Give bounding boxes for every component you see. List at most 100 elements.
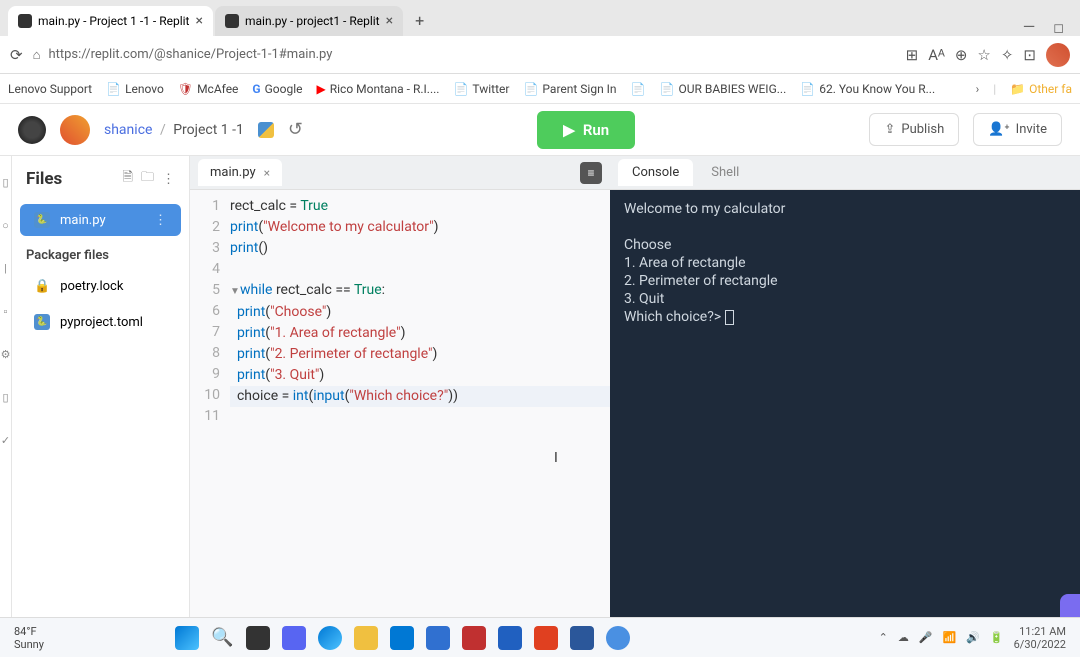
replit-header: shanice / Project 1 -1 ↺ ▶ Run ⇪ Publish… [0, 104, 1080, 156]
run-button[interactable]: ▶ Run [537, 111, 635, 149]
other-favorites[interactable]: 📁 Other fa [1010, 82, 1072, 96]
person-add-icon: 👤⁺ [988, 122, 1009, 137]
taskview-icon[interactable] [246, 626, 270, 650]
volume-icon[interactable]: 🔊 [966, 631, 980, 644]
bookmark-item[interactable]: 📄62. You Know You R... [800, 82, 935, 96]
replit-favicon [225, 14, 239, 28]
line-gutter: 1234567891011 [190, 196, 230, 652]
tab-title: main.py - project1 - Replit [245, 14, 380, 28]
bookmark-item[interactable]: 📄Twitter [453, 82, 509, 96]
extension-icon[interactable]: ⊞ [906, 46, 919, 64]
history-icon[interactable]: ↺ [288, 119, 303, 140]
time: 11:21 AM [1014, 625, 1066, 638]
bookmark-item[interactable]: Lenovo Support [8, 82, 92, 96]
editor-menu-icon[interactable]: ≡ [580, 162, 602, 184]
favorite-icon[interactable]: ☆ [977, 46, 990, 64]
invite-button[interactable]: 👤⁺ Invite [973, 113, 1062, 146]
breadcrumb-project[interactable]: Project 1 -1 [173, 122, 244, 138]
text-size-icon[interactable]: Aᴬ [928, 46, 945, 64]
profile-avatar[interactable] [1046, 43, 1070, 67]
wifi-icon[interactable]: 📶 [943, 631, 957, 644]
app-icon[interactable] [426, 626, 450, 650]
file-name: main.py [60, 213, 106, 228]
bookmark-item[interactable]: 📄Parent Sign In [523, 82, 616, 96]
activity-icon[interactable]: ✓ [1, 434, 10, 447]
close-icon[interactable]: × [264, 166, 270, 180]
clock[interactable]: 11:21 AM 6/30/2022 [1014, 625, 1066, 651]
office-icon[interactable] [534, 626, 558, 650]
bookmark-item[interactable]: 🛡McAfee [178, 82, 239, 96]
bookmark-item[interactable]: ▶Rico Montana - R.I.... [317, 82, 440, 96]
system-tray: ⌃ ☁ 🎤 📶 🔊 🔋 11:21 AM 6/30/2022 [879, 625, 1066, 651]
zoom-icon[interactable]: ⊕ [955, 46, 968, 64]
weather-widget[interactable]: 84°F Sunny [14, 625, 44, 651]
edge-icon[interactable] [318, 626, 342, 650]
mic-icon[interactable]: 🎤 [919, 631, 933, 644]
cloud-icon[interactable]: ☁ [898, 631, 909, 644]
search-icon[interactable]: 🔍 [211, 627, 233, 648]
browser-tab[interactable]: main.py - Project 1 -1 - Replit × [8, 6, 213, 36]
app-icon[interactable] [498, 626, 522, 650]
browser-tab[interactable]: main.py - project1 - Replit × [215, 6, 403, 36]
collections-icon[interactable]: ✧ [1001, 46, 1014, 64]
refresh-icon[interactable]: ⟳ [10, 46, 23, 64]
new-file-icon[interactable]: 🗎 [123, 168, 133, 190]
minimize-icon[interactable]: — [1015, 17, 1044, 36]
bookmark-item[interactable]: GGoogle [252, 82, 302, 96]
editor-tab[interactable]: main.py × [198, 159, 282, 186]
bookmark-item[interactable]: 📄Lenovo [106, 82, 164, 96]
activity-bar: ▯ ○ | ▫ ⚙ ▯ ✓ [0, 156, 12, 652]
store-icon[interactable] [390, 626, 414, 650]
packager-label: Packager files [12, 238, 189, 269]
files-panel: Files 🗎 🗀 ⋮ 🐍 main.py ⋮ Packager files 🔒… [12, 156, 190, 652]
collections2-icon[interactable]: ⊡ [1023, 46, 1036, 64]
overflow-icon[interactable]: › [976, 82, 980, 96]
activity-icon[interactable]: ▯ [2, 176, 8, 189]
file-item[interactable]: 🐍 pyproject.toml [20, 306, 181, 338]
main-content: ▯ ○ | ▫ ⚙ ▯ ✓ Files 🗎 🗀 ⋮ 🐍 main.py ⋮ Pa… [0, 156, 1080, 652]
breadcrumb: shanice / Project 1 -1 [104, 122, 244, 138]
activity-icon[interactable]: ⚙ [1, 348, 11, 361]
new-folder-icon[interactable]: 🗀 [141, 168, 154, 190]
activity-icon[interactable]: ▯ [2, 391, 8, 404]
tab-shell[interactable]: Shell [697, 159, 753, 186]
activity-icon[interactable]: ○ [2, 219, 9, 232]
file-item[interactable]: 🔒 poetry.lock [20, 271, 181, 302]
breadcrumb-user[interactable]: shanice [104, 122, 152, 138]
editor-tabs: main.py × ≡ [190, 156, 610, 190]
code-editor[interactable]: 1234567891011 rect_calc = True print("We… [190, 190, 610, 652]
tab-console[interactable]: Console [618, 159, 693, 186]
word-icon[interactable] [570, 626, 594, 650]
user-avatar[interactable] [60, 115, 90, 145]
tab-title: main.py - Project 1 -1 - Replit [38, 14, 189, 28]
browser-tab-strip: main.py - Project 1 -1 - Replit × main.p… [0, 0, 1080, 36]
start-icon[interactable] [175, 626, 199, 650]
replit-logo[interactable] [18, 116, 46, 144]
url-field[interactable]: ⌂ https://replit.com/@shanice/Project-1-… [33, 47, 896, 63]
file-item-main[interactable]: 🐍 main.py ⋮ [20, 204, 181, 236]
bookmarks-bar: Lenovo Support 📄Lenovo 🛡McAfee GGoogle ▶… [0, 74, 1080, 104]
explorer-icon[interactable] [354, 626, 378, 650]
publish-button[interactable]: ⇪ Publish [869, 113, 959, 146]
bookmark-item[interactable]: 📄OUR BABIES WEIG... [660, 82, 787, 96]
code-content[interactable]: rect_calc = True print("Welcome to my ca… [230, 196, 610, 652]
files-header: Files 🗎 🗀 ⋮ [12, 156, 189, 202]
more-icon[interactable]: ⋮ [162, 172, 175, 187]
activity-icon[interactable]: ▫ [4, 305, 8, 318]
close-icon[interactable]: × [195, 13, 202, 29]
app-icon[interactable] [282, 626, 306, 650]
terminal-output[interactable]: Welcome to my calculator Choose 1. Area … [610, 190, 1080, 652]
close-icon[interactable]: × [386, 13, 393, 29]
zoom-icon[interactable] [606, 626, 630, 650]
activity-icon[interactable]: | [4, 262, 7, 275]
chevron-up-icon[interactable]: ⌃ [879, 631, 888, 644]
bookmark-item[interactable]: 📄 [631, 82, 646, 96]
terminal-cursor [725, 310, 734, 325]
url-text: https://replit.com/@shanice/Project-1-1#… [48, 47, 332, 62]
maximize-icon[interactable]: ◻ [1045, 21, 1072, 36]
new-tab-button[interactable]: + [405, 5, 434, 36]
mcafee-icon[interactable] [462, 626, 486, 650]
battery-icon[interactable]: 🔋 [990, 631, 1004, 644]
editor-panel: main.py × ≡ 1234567891011 rect_calc = Tr… [190, 156, 610, 652]
file-more-icon[interactable]: ⋮ [154, 213, 167, 228]
